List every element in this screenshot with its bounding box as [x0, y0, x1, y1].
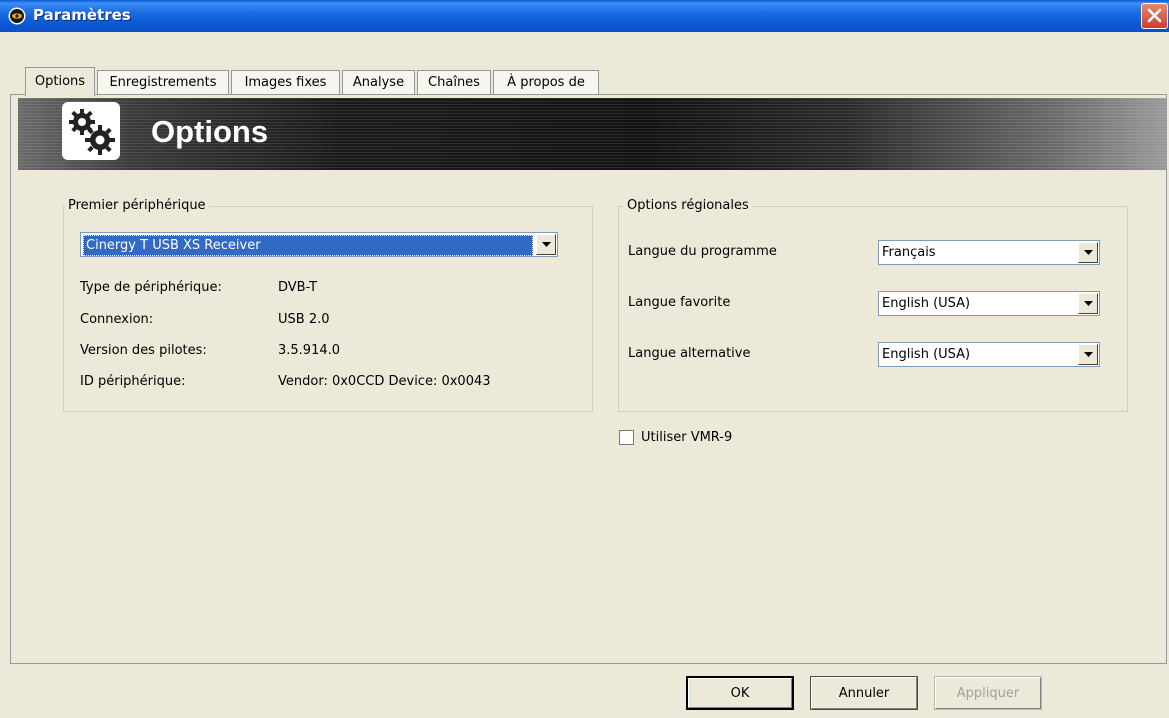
connection-label: Connexion:	[80, 312, 154, 327]
chevron-down-icon[interactable]	[1078, 293, 1098, 314]
connection-value: USB 2.0	[278, 312, 330, 327]
driver-version-value: 3.5.914.0	[278, 343, 341, 358]
window-title: Paramètres	[33, 6, 131, 24]
alternative-language-label: Langue alternative	[628, 346, 751, 361]
vmr9-label[interactable]: Utiliser VMR-9	[641, 430, 732, 445]
apply-button[interactable]: Appliquer	[934, 676, 1042, 710]
chevron-down-icon[interactable]	[1078, 242, 1098, 263]
settings-dialog: Paramètres Options Enregistrements Image…	[0, 0, 1169, 718]
tab-images-fixes[interactable]: Images fixes	[231, 70, 340, 94]
cancel-button[interactable]: Annuler	[810, 676, 918, 710]
device-type-value: DVB-T	[278, 280, 318, 295]
tab-a-propos[interactable]: À propos de	[493, 70, 599, 94]
device-group-legend: Premier périphérique	[65, 198, 209, 213]
close-icon	[1147, 8, 1162, 23]
alternative-language-select[interactable]: English (USA)	[878, 342, 1100, 367]
program-language-value: Français	[882, 245, 936, 260]
chevron-down-icon[interactable]	[536, 234, 556, 255]
favorite-language-value: English (USA)	[882, 296, 971, 311]
device-select[interactable]: Cinergy T USB XS Receiver	[80, 232, 558, 257]
ok-button[interactable]: OK	[686, 676, 794, 710]
driver-version-label: Version des pilotes:	[80, 343, 207, 358]
favorite-language-select[interactable]: English (USA)	[878, 291, 1100, 316]
device-id-value: Vendor: 0x0CCD Device: 0x0043	[278, 374, 491, 389]
banner-title: Options	[151, 114, 269, 149]
eye-icon	[8, 7, 26, 25]
program-language-select[interactable]: Français	[878, 240, 1100, 265]
title-bar[interactable]: Paramètres	[0, 0, 1169, 32]
tab-enregistrements[interactable]: Enregistrements	[97, 70, 229, 94]
vmr9-checkbox[interactable]	[619, 430, 634, 445]
device-type-label: Type de périphérique:	[80, 280, 222, 295]
options-banner: Options	[18, 98, 1167, 170]
regional-group-legend: Options régionales	[624, 198, 752, 213]
tab-options[interactable]: Options	[25, 67, 95, 96]
program-language-label: Langue du programme	[628, 244, 777, 259]
device-select-value: Cinergy T USB XS Receiver	[83, 235, 533, 256]
gears-icon	[62, 102, 120, 160]
favorite-language-label: Langue favorite	[628, 295, 731, 310]
tab-chaines[interactable]: Chaînes	[417, 70, 491, 94]
tab-analyse[interactable]: Analyse	[342, 70, 415, 94]
chevron-down-icon[interactable]	[1078, 344, 1098, 365]
device-id-label: ID périphérique:	[80, 374, 186, 389]
alternative-language-value: English (USA)	[882, 347, 971, 362]
close-button[interactable]	[1141, 3, 1168, 29]
